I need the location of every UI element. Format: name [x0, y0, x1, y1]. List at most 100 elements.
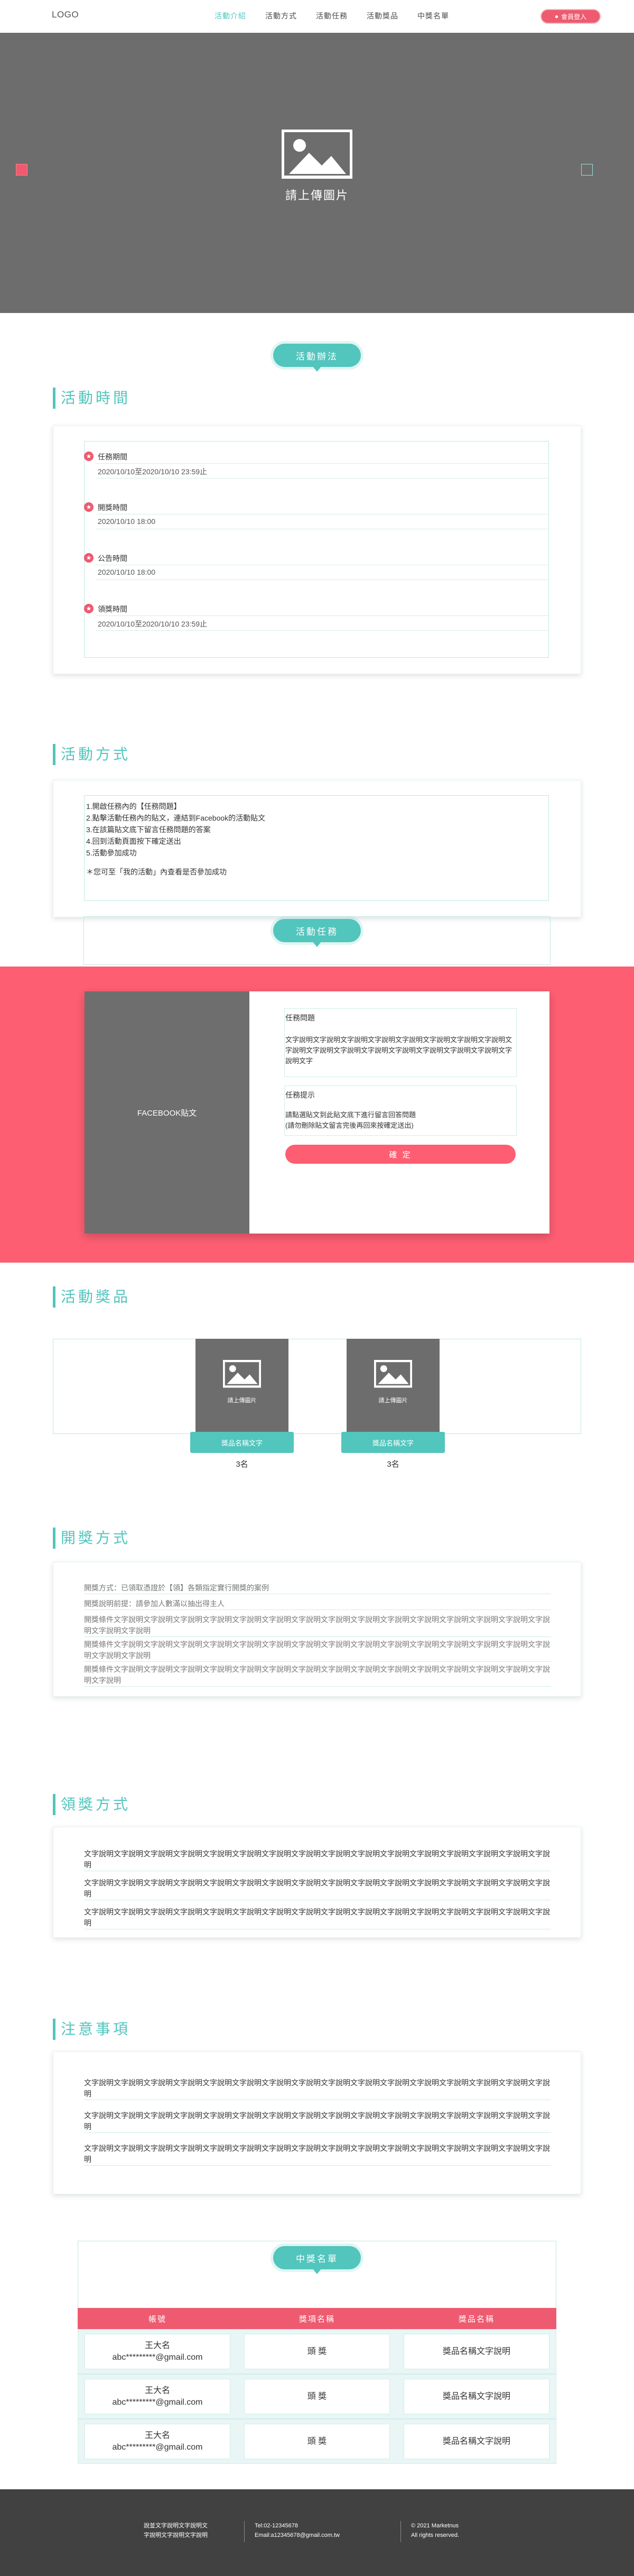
nav-item-method[interactable]: 活動方式 — [256, 11, 306, 21]
time-item: ★ 任務期間 2020/10/10至2020/10/10 23:59止 — [84, 450, 549, 480]
prize-item[interactable]: 請上傳圖片 獎品名稱文字 3名 — [341, 1339, 445, 1497]
question-label: 任務問題 — [285, 1014, 315, 1022]
method-section-title: 活動方式 — [53, 744, 130, 765]
note-row: 文字說明文字說明文字說明文字說明文字說明文字說明文字說明文字說明文字說明文字說明… — [84, 2143, 551, 2166]
nav-item-prizes[interactable]: 活動獎品 — [357, 11, 408, 21]
lottery-row: 開獎條件文字說明文字說明文字說明文字說明文字說明文字說明文字說明文字說明文字說明… — [84, 1639, 551, 1662]
login-button[interactable]: ● 會員登入 — [540, 9, 601, 24]
activity-task-pill: 活動任務 — [273, 919, 361, 947]
footer-email[interactable]: Email:a12345678@gmail.com.tw — [255, 2531, 340, 2540]
star-icon: ★ — [84, 502, 94, 512]
prize-image: 請上傳圖片 — [195, 1339, 288, 1432]
table-header-award: 獎項名稱 — [237, 2308, 397, 2329]
time-item-value: 2020/10/10至2020/10/10 23:59止 — [98, 620, 208, 628]
table-header-account: 帳號 — [78, 2308, 237, 2329]
site-footer: 說並文字說明文字說明文 字說明文字說明文字說明 Tel:02-12345678 … — [0, 2489, 634, 2576]
winner-prize: 獎品名稱文字說明 — [404, 2379, 549, 2414]
winner-award: 頭 獎 — [244, 2379, 390, 2414]
star-icon: ★ — [84, 553, 94, 563]
note-row: 文字說明文字說明文字說明文字說明文字說明文字說明文字說明文字說明文字說明文字說明… — [84, 2110, 551, 2133]
activity-rules-pill: 活動辦法 — [273, 344, 361, 372]
claim-row: 文字說明文字說明文字說明文字說明文字說明文字說明文字說明文字說明文字說明文字說明… — [84, 1907, 551, 1929]
table-row: 王大名 abc*********@gmail.com 頭 獎 獎品名稱文字說明 — [78, 2419, 556, 2464]
winner-account: 王大名 abc*********@gmail.com — [85, 2379, 230, 2414]
method-step: 5.活動參加成功 — [86, 849, 137, 857]
login-button-label: 會員登入 — [561, 13, 587, 21]
note-row: 文字說明文字說明文字說明文字說明文字說明文字說明文字說明文字說明文字說明文字說明… — [84, 2077, 551, 2100]
lottery-row: 開獎說明前提：請參加人數滿以抽出得主人 — [84, 1598, 551, 1610]
method-step: 1.開啟任務內的【任務問題】 — [86, 802, 181, 811]
winner-award: 頭 獎 — [244, 2424, 390, 2459]
lottery-section-title: 開獎方式 — [53, 1528, 130, 1549]
image-placeholder-icon — [223, 1360, 261, 1388]
carousel-prev-icon[interactable] — [16, 164, 27, 176]
method-step: 4.回到活動頁面按下確定送出 — [86, 837, 181, 845]
footer-copyright: © 2021 Marketnus All rights reserved. — [411, 2523, 460, 2538]
winner-award: 頭 獎 — [244, 2334, 390, 2369]
image-placeholder-icon — [374, 1360, 412, 1388]
time-card: ★ 任務期間 2020/10/10至2020/10/10 23:59止 ★ 開獎… — [53, 426, 581, 674]
star-icon: ★ — [84, 452, 94, 461]
time-item-label: 公告時間 — [98, 554, 127, 563]
claim-row: 文字說明文字說明文字說明文字說明文字說明文字說明文字說明文字說明文字說明文字說明… — [84, 1878, 551, 1900]
lottery-row: 開獎方式：已領取憑證於【領】各類指定實行開獎的案例 — [84, 1583, 551, 1594]
notes-section-title: 注意事項 — [53, 2019, 130, 2040]
nav-item-winners[interactable]: 中獎名單 — [408, 11, 459, 21]
time-item-value: 2020/10/10 18:00 — [98, 517, 155, 526]
carousel-next-icon[interactable] — [581, 164, 593, 176]
prize-image-text: 請上傳圖片 — [227, 1397, 257, 1404]
lottery-card: 開獎方式：已領取憑證於【領】各類指定實行開獎的案例 開獎說明前提：請參加人數滿以… — [53, 1562, 581, 1697]
confirm-button[interactable]: 確 定 — [285, 1145, 516, 1164]
nav-item-task[interactable]: 活動任務 — [306, 11, 357, 21]
time-item-label: 任務期間 — [98, 453, 127, 461]
time-item-label: 領獎時間 — [98, 605, 127, 613]
method-step: 3.在該篇貼文底下留言任務問題的答案 — [86, 825, 211, 834]
lottery-row: 開獎條件文字說明文字說明文字說明文字說明文字說明文字說明文字說明文字說明文字說明… — [84, 1614, 551, 1637]
claim-card: 文字說明文字說明文字說明文字說明文字說明文字說明文字說明文字說明文字說明文字說明… — [53, 1827, 581, 1938]
footer-tel: Tel:02-12345678 — [255, 2523, 298, 2529]
time-section-title: 活動時間 — [53, 388, 130, 409]
winner-account: 王大名 abc*********@gmail.com — [85, 2424, 230, 2459]
prize-item[interactable]: 請上傳圖片 獎品名稱文字 3名 — [190, 1339, 294, 1497]
logo[interactable]: LOGO — [52, 10, 79, 20]
nav-item-intro[interactable]: 活動介紹 — [205, 11, 256, 21]
time-item-value: 2020/10/10至2020/10/10 23:59止 — [98, 467, 208, 476]
prizes-section-title: 活動獎品 — [53, 1286, 130, 1308]
question-text: 文字說明文字說明文字說明文字說明文字說明文字說明文字說明文字說明文字說明文字說明… — [285, 1036, 512, 1065]
upload-image-text: 請上傳圖片 — [285, 189, 349, 202]
lottery-row: 開獎條件文字說明文字說明文字說明文字說明文字說明文字說明文字說明文字說明文字說明… — [84, 1664, 551, 1687]
hero-banner: 請上傳圖片 — [0, 33, 634, 313]
prize-quantity: 3名 — [387, 1460, 399, 1469]
user-icon: ● — [554, 13, 559, 20]
table-row: 王大名 abc*********@gmail.com 頭 獎 獎品名稱文字說明 — [78, 2329, 556, 2374]
method-step: 2.點擊活動任務內的貼文，連結到Facebook的活動貼文 — [86, 814, 266, 822]
prize-name: 獎品名稱文字 — [341, 1432, 445, 1453]
prize-name: 獎品名稱文字 — [190, 1432, 294, 1453]
time-item: ★ 開獎時間 2020/10/10 18:00 — [84, 501, 549, 531]
prize-image: 請上傳圖片 — [347, 1339, 440, 1432]
site-header: LOGO 活動介紹 活動方式 活動任務 活動獎品 中獎名單 ● 會員登入 — [0, 0, 634, 33]
method-card: 1.開啟任務內的【任務問題】 2.點擊活動任務內的貼文，連結到Facebook的… — [53, 780, 581, 917]
image-placeholder-icon — [282, 130, 352, 179]
winner-prize: 獎品名稱文字說明 — [404, 2424, 549, 2459]
method-note: ＊您可至「我的活動」內查看是否參加成功 — [86, 868, 227, 876]
time-item-label: 開獎時間 — [98, 503, 127, 512]
prizes-guide — [53, 1339, 581, 1434]
facebook-post[interactable]: FACEBOOK貼文 — [85, 991, 249, 1234]
time-item-value: 2020/10/10 18:00 — [98, 568, 155, 576]
task-card: FACEBOOK貼文 任務問題 文字說明文字說明文字說明文字說明文字說明文字說明… — [85, 991, 549, 1234]
winner-prize: 獎品名稱文字說明 — [404, 2334, 549, 2369]
table-header-prize: 獎品名稱 — [397, 2308, 556, 2329]
claim-section-title: 領獎方式 — [53, 1794, 130, 1815]
time-item: ★ 公告時間 2020/10/10 18:00 — [84, 552, 549, 582]
footer-company: 說並文字說明文字說明文 字說明文字說明文字說明 — [144, 2523, 208, 2538]
prize-quantity: 3名 — [236, 1460, 248, 1469]
winners-pill: 中獎名單 — [273, 2246, 361, 2274]
winner-account: 王大名 abc*********@gmail.com — [85, 2334, 230, 2369]
star-icon: ★ — [84, 604, 94, 613]
hint-text: 請點選貼文到此貼文底下進行留言回答問題 (請勿刪除貼文留言完後再回來按確定送出) — [285, 1111, 416, 1129]
time-item: ★ 領獎時間 2020/10/10至2020/10/10 23:59止 — [84, 603, 549, 632]
hint-label: 任務提示 — [285, 1091, 315, 1099]
claim-row: 文字說明文字說明文字說明文字說明文字說明文字說明文字說明文字說明文字說明文字說明… — [84, 1848, 551, 1871]
notes-card: 文字說明文字說明文字說明文字說明文字說明文字說明文字說明文字說明文字說明文字說明… — [53, 2051, 581, 2194]
